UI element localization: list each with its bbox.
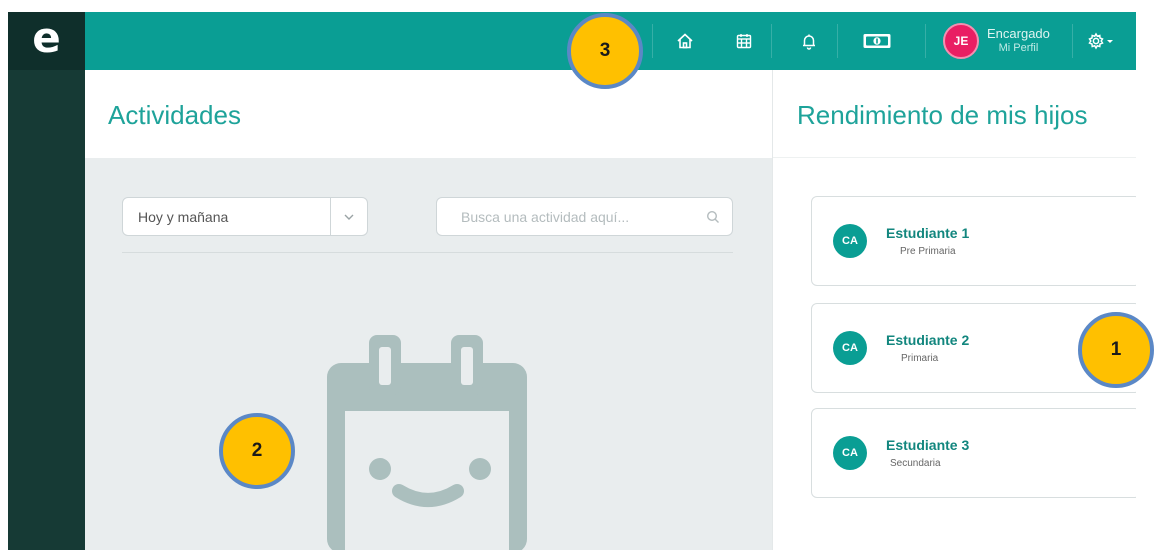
student-avatar: CA	[833, 331, 867, 365]
search-input[interactable]	[437, 198, 694, 235]
profile-labels: Encargado Mi Perfil	[987, 27, 1050, 55]
annotation-badge-2: 2	[219, 413, 295, 489]
activities-header: Actividades	[85, 70, 772, 158]
profile-menu[interactable]: JE Encargado Mi Perfil	[943, 15, 1050, 67]
student-grade: Secundaria	[890, 458, 941, 469]
nav-separator	[1072, 24, 1073, 58]
calendar-icon[interactable]	[732, 29, 756, 53]
nav-separator	[837, 24, 838, 58]
bell-icon[interactable]	[797, 29, 821, 53]
chevron-down-icon[interactable]	[330, 198, 367, 235]
performance-header-line	[773, 157, 1136, 158]
panel-divider	[772, 70, 773, 550]
money-icon[interactable]	[860, 29, 894, 53]
settings-menu[interactable]	[1085, 29, 1121, 53]
student-name: Estudiante 2	[886, 332, 970, 348]
student-card-3[interactable]: CA Estudiante 3 Secundaria	[811, 408, 1141, 498]
student-grade: Primaria	[901, 353, 939, 364]
student-avatar: CA	[833, 436, 867, 470]
activities-panel: Hoy y mañana	[85, 158, 772, 550]
empty-calendar-icon	[327, 335, 527, 550]
profile-role: Encargado	[987, 26, 1050, 41]
sidebar: e	[8, 12, 85, 550]
student-grade: Pre Primaria	[900, 246, 956, 257]
student-name: Estudiante 3	[886, 437, 970, 453]
filter-divider	[122, 252, 733, 253]
nav-separator	[652, 24, 653, 58]
date-filter-select[interactable]: Hoy y mañana	[122, 197, 368, 236]
annotation-badge-1: 1	[1078, 312, 1154, 388]
app-screen: e JE Encargado Mi Perfil Actividades Hoy…	[0, 0, 1154, 550]
right-margin	[1136, 0, 1154, 550]
gear-icon	[1088, 32, 1113, 50]
search-icon[interactable]	[694, 210, 732, 224]
student-avatar: CA	[833, 224, 867, 258]
profile-link[interactable]: Mi Perfil	[999, 41, 1039, 55]
nav-separator	[771, 24, 772, 58]
date-filter-value: Hoy y mañana	[138, 208, 229, 225]
activities-title: Actividades	[108, 100, 241, 130]
app-logo[interactable]: e	[8, 12, 85, 70]
annotation-badge-3: 3	[567, 13, 643, 89]
avatar: JE	[943, 23, 979, 59]
student-name: Estudiante 1	[886, 225, 970, 241]
logo-letter: e	[32, 13, 61, 62]
nav-separator	[925, 24, 926, 58]
home-icon[interactable]	[673, 29, 697, 53]
performance-title: Rendimiento de mis hijos	[797, 100, 1088, 130]
activity-search	[436, 197, 733, 236]
student-card-1[interactable]: CA Estudiante 1 Pre Primaria	[811, 196, 1141, 286]
